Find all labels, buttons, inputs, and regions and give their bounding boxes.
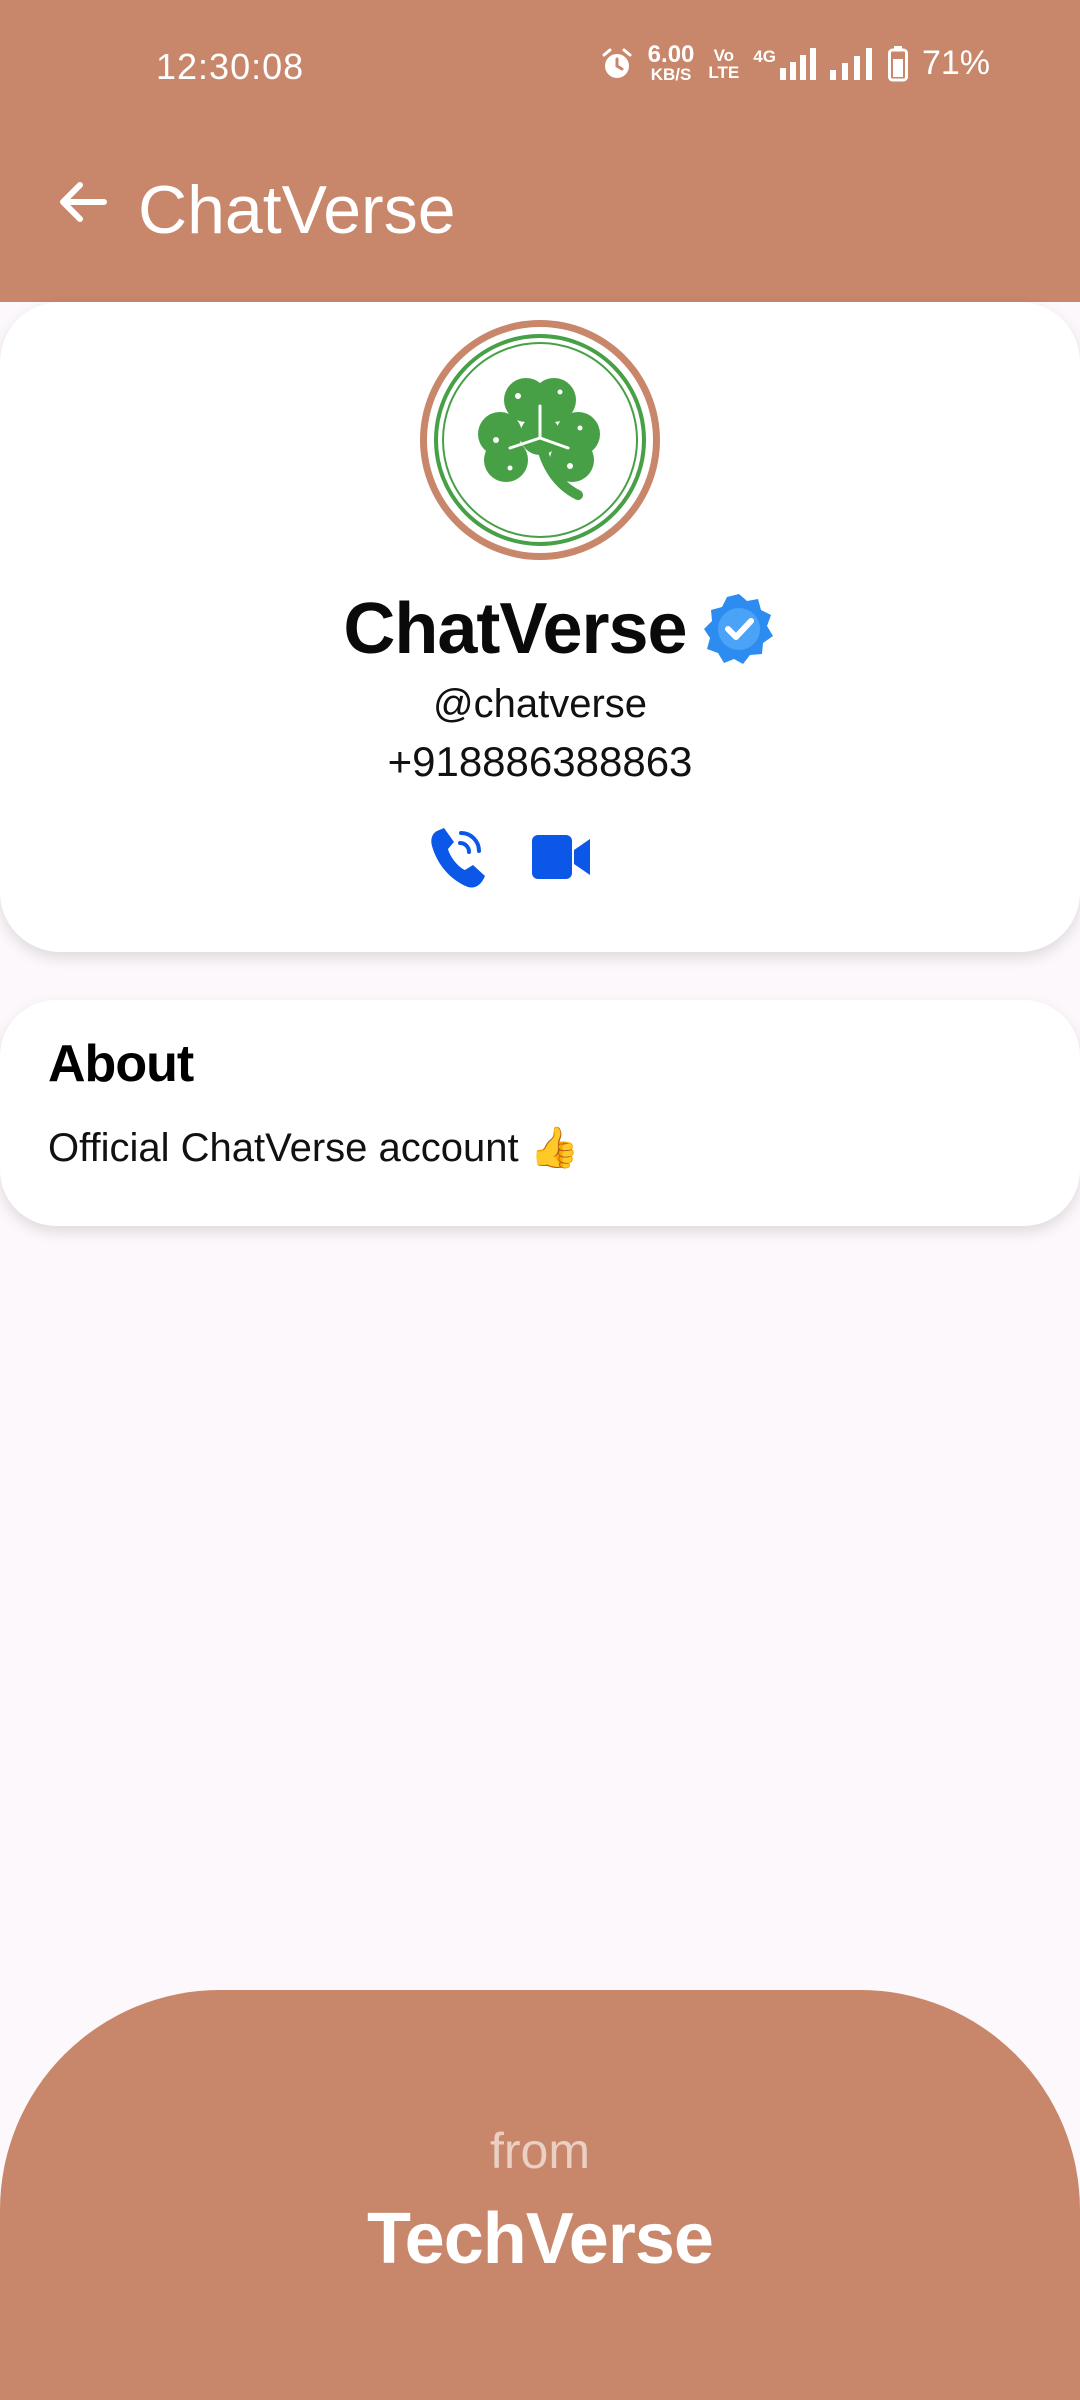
- footer: from TechVerse: [0, 1990, 1080, 2400]
- clover-icon: [434, 334, 646, 546]
- profile-handle: @chatverse: [432, 682, 648, 726]
- battery-percent: 71%: [921, 44, 990, 82]
- status-icons: 6.00 KB/S Vo LTE 4G 71%: [600, 41, 990, 84]
- verified-badge-icon: [703, 594, 773, 664]
- network-speed-unit: KB/S: [650, 65, 692, 84]
- profile-name: ChatVerse: [343, 589, 687, 669]
- signal-4g: 4G: [753, 46, 816, 80]
- avatar[interactable]: [420, 320, 660, 560]
- status-time: 12:30:08: [156, 46, 305, 87]
- about-title: About: [48, 1035, 194, 1093]
- volte-top: Vo: [713, 45, 735, 65]
- footer-from-label: from: [490, 2123, 590, 2179]
- profile-card: ChatVerse @chatverse +918886388863: [0, 302, 1080, 952]
- back-arrow-icon[interactable]: [54, 172, 114, 232]
- network-speed: 6.00 KB/S: [647, 41, 695, 84]
- volte-indicator: Vo LTE: [708, 47, 739, 81]
- battery-icon: [887, 45, 908, 81]
- footer-brand: TechVerse: [367, 2199, 714, 2279]
- profile-name-row: ChatVerse: [0, 588, 1080, 670]
- about-card: About Official ChatVerse account 👍: [0, 1000, 1080, 1226]
- network-speed-value: 6.00: [647, 41, 695, 68]
- signal-bars-icon-2: [829, 47, 872, 80]
- phone-call-icon[interactable]: [428, 824, 488, 890]
- profile-phone: +918886388863: [387, 738, 693, 785]
- signal-bars-icon: [779, 47, 816, 80]
- alarm-icon: [602, 48, 632, 78]
- app-bar: 12:30:08 6.00 KB/S Vo LTE 4G 71% ChatVer…: [0, 0, 1080, 302]
- volte-bottom: LTE: [708, 62, 740, 82]
- video-camera-icon[interactable]: [530, 832, 592, 882]
- app-title: ChatVerse: [138, 172, 456, 248]
- about-text: Official ChatVerse account 👍: [48, 1126, 580, 1170]
- network-type: 4G: [753, 46, 776, 66]
- avatar-inner: [427, 327, 653, 553]
